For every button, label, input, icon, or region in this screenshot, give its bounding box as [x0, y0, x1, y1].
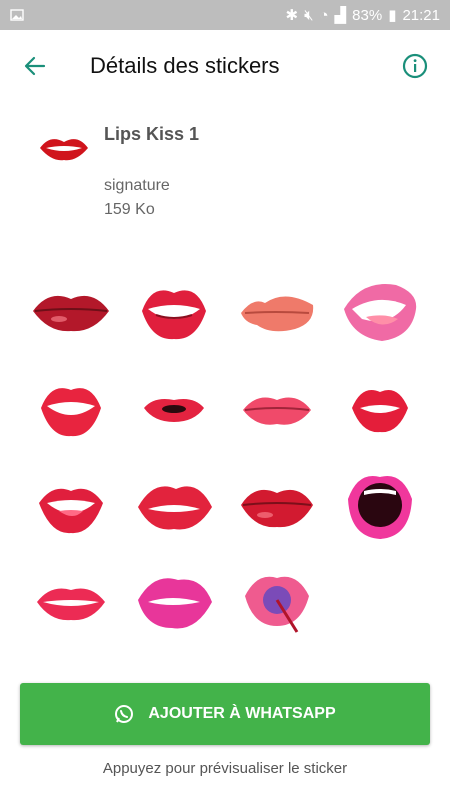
status-left — [10, 9, 286, 21]
sticker-lips-small-smile[interactable] — [328, 359, 431, 456]
sticker-lips-open-scream[interactable] — [328, 456, 431, 553]
battery-level: 83% — [352, 6, 383, 24]
sticker-grid — [0, 254, 450, 650]
signal-icon: ▟ — [334, 7, 347, 24]
whatsapp-icon — [115, 705, 134, 723]
arrow-left-icon — [24, 56, 46, 76]
sticker-lips-teeth-smile[interactable] — [122, 262, 225, 359]
sticker-lips-pink-tongue[interactable] — [328, 262, 431, 359]
add-to-whatsapp-label: AJOUTER À WHATSAPP — [148, 705, 336, 722]
app-bar: Détails des stickers — [0, 30, 450, 102]
page-title: Détails des stickers — [90, 53, 280, 78]
sticker-lips-smile-teeth[interactable] — [19, 359, 122, 456]
sticker-lips-pink-bite[interactable] — [122, 553, 225, 650]
sticker-lips-grin[interactable] — [19, 553, 122, 650]
status-time: 21:21 — [402, 6, 440, 24]
pack-author: signature — [104, 177, 170, 194]
wifi-icon: ◔ — [319, 6, 329, 24]
pack-size: 159 Ko — [104, 201, 155, 218]
sticker-lips-pout-peach[interactable] — [225, 262, 328, 359]
add-to-whatsapp-button[interactable]: AJOUTER À WHATSAPP — [20, 683, 430, 745]
pack-tray-icon — [40, 139, 88, 161]
mute-icon: 🔇︎ — [304, 6, 314, 24]
sticker-lips-kiss-small[interactable] — [122, 359, 225, 456]
sticker-lips-lollipop[interactable] — [225, 553, 328, 650]
sticker-lips-bite[interactable] — [122, 456, 225, 553]
preview-hint: Appuyez pour prévisualiser le sticker — [102, 760, 348, 777]
sticker-lips-vampire[interactable] — [19, 456, 122, 553]
back-button[interactable] — [18, 49, 52, 83]
pack-name: Lips Kiss 1 — [104, 124, 200, 144]
status-bar: ✱ 🔇︎ ◔ ▟ 83% ▮ 21:21 — [0, 0, 450, 30]
sticker-lips-pink-soft[interactable] — [225, 359, 328, 456]
sticker-lips-dark-red[interactable] — [19, 262, 122, 359]
info-button[interactable] — [398, 49, 432, 83]
battery-icon: ▮ — [388, 7, 397, 24]
status-right: ✱ 🔇︎ ◔ ▟ 83% ▮ 21:21 — [285, 6, 440, 25]
info-icon — [402, 53, 428, 79]
bluetooth-icon: ✱ — [285, 7, 299, 24]
image-icon — [10, 9, 24, 21]
sticker-lips-red-gloss[interactable] — [225, 456, 328, 553]
pack-info: Lips Kiss 1 signature 159 Ko — [104, 120, 199, 244]
pack-header: Lips Kiss 1 signature 159 Ko — [0, 102, 450, 244]
